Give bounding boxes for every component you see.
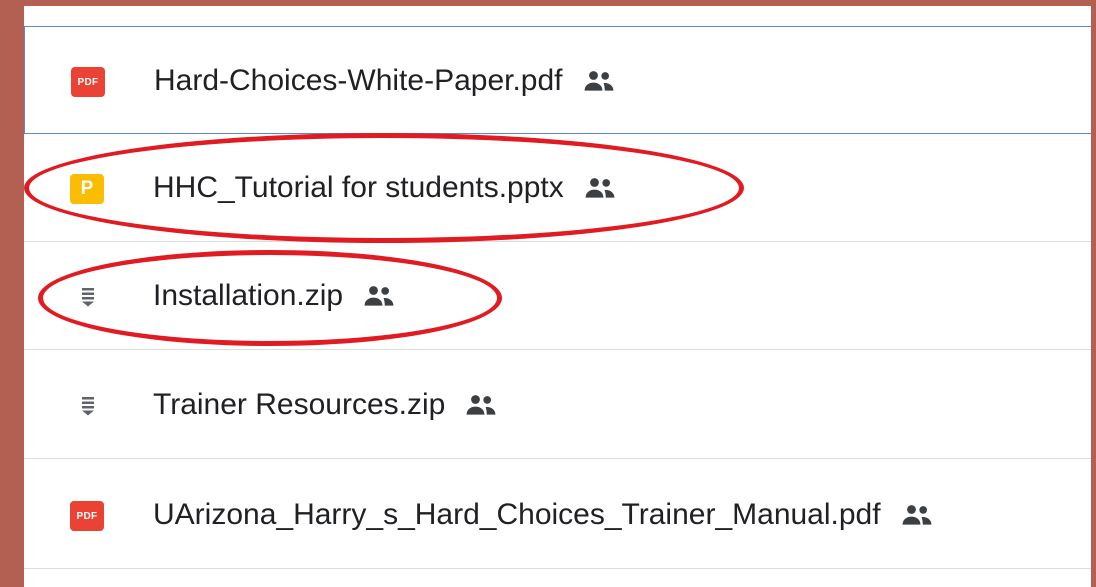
file-name-group: Hard-Choices-White-Paper.pdf [154, 64, 617, 98]
file-name: HHC_Tutorial for students.pptx [153, 171, 564, 204]
file-name: Trainer Resources.zip [153, 388, 446, 421]
zip-icon [70, 391, 106, 421]
pdf-icon: PDF [71, 67, 105, 97]
file-row[interactable]: PDF Hard-Choices-White-Paper.pdf [24, 26, 1091, 134]
people-icon [463, 394, 499, 416]
file-row[interactable]: P HHC_Tutorial for students.pptx [24, 134, 1091, 242]
file-name: Installation.zip [153, 279, 344, 312]
file-name-group: HHC_Tutorial for students.pptx [153, 171, 618, 205]
zip-icon [70, 282, 106, 312]
people-icon [899, 504, 935, 526]
file-row[interactable]: Installation.zip [24, 242, 1091, 350]
file-name-group: Trainer Resources.zip [153, 388, 499, 422]
file-row[interactable]: Trainer Resources.zip [24, 351, 1091, 459]
file-name: Hard-Choices-White-Paper.pdf [154, 64, 563, 97]
people-icon [582, 177, 618, 199]
file-name-group: UArizona_Harry_s_Hard_Choices_Trainer_Ma… [153, 498, 935, 532]
file-name: UArizona_Harry_s_Hard_Choices_Trainer_Ma… [153, 498, 881, 531]
file-list-panel: PDF Hard-Choices-White-Paper.pdf P HHC_T… [24, 6, 1091, 587]
file-row[interactable]: PDF UArizona_Harry_s_Hard_Choices_Traine… [24, 461, 1091, 569]
pdf-icon: PDF [70, 501, 104, 531]
people-icon [581, 70, 617, 92]
slides-icon: P [70, 174, 104, 204]
file-name-group: Installation.zip [153, 279, 397, 313]
people-icon [361, 285, 397, 307]
